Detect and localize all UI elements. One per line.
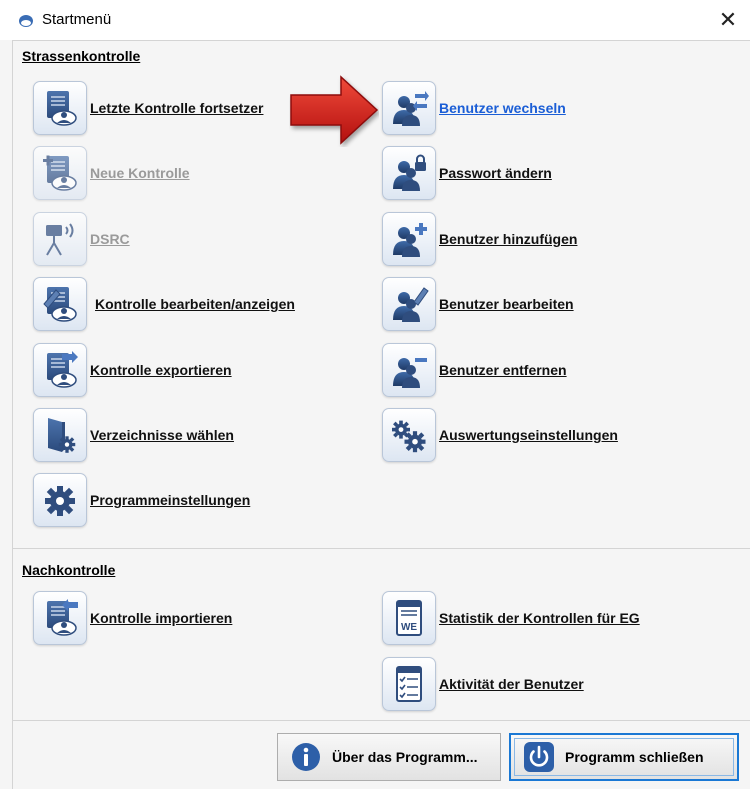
item-letzte-kontrolle[interactable]: Letzte Kontrolle fortsetzer	[33, 81, 263, 135]
remove-user-icon	[382, 343, 436, 397]
item-label: Benutzer hinzufügen	[439, 231, 578, 247]
section-title-strassenkontrolle: Strassenkontrolle	[22, 48, 141, 64]
gear-icon	[33, 473, 87, 527]
lock-user-icon	[382, 146, 436, 200]
close-program-button[interactable]: Programm schließen	[509, 733, 739, 781]
title-bar: Startmenü ✕	[0, 0, 750, 40]
item-label: Kontrolle bearbeiten/anzeigen	[95, 296, 295, 312]
info-icon	[292, 743, 320, 771]
item-aktivitaet[interactable]: Aktivität der Benutzer	[382, 657, 584, 711]
item-auswertungseinstellungen[interactable]: Auswertungseinstellungen	[382, 408, 618, 462]
item-label: Auswertungseinstellungen	[439, 427, 618, 443]
close-button[interactable]: ✕	[706, 0, 750, 40]
red-arrow-pointer	[290, 75, 379, 145]
checklist-icon	[382, 657, 436, 711]
item-label: Neue Kontrolle	[90, 165, 190, 181]
close-program-button-label: Programm schließen	[565, 749, 704, 765]
add-user-icon	[382, 212, 436, 266]
item-benutzer-wechseln[interactable]: Benutzer wechseln	[382, 81, 566, 135]
item-label: Benutzer bearbeiten	[439, 296, 574, 312]
section-title-nachkontrolle: Nachkontrolle	[22, 562, 116, 578]
item-label: Passwort ändern	[439, 165, 552, 181]
document-user-icon	[33, 81, 87, 135]
edit-document-icon	[33, 277, 87, 331]
item-label: DSRC	[90, 231, 130, 247]
item-label: Kontrolle importieren	[90, 610, 233, 626]
about-button[interactable]: Über das Programm...	[277, 733, 501, 781]
folder-gear-icon	[33, 408, 87, 462]
item-label: Letzte Kontrolle fortsetzer	[90, 100, 264, 116]
item-statistik[interactable]: WE Statistik der Kontrollen für EG	[382, 591, 640, 645]
signal-antenna-icon	[33, 212, 87, 266]
switch-user-icon	[382, 81, 436, 135]
item-label: Verzeichnisse wählen	[90, 427, 234, 443]
we-report-icon: WE	[382, 591, 436, 645]
power-icon	[524, 742, 554, 772]
item-label: Benutzer wechseln	[439, 100, 566, 116]
item-benutzer-entfernen[interactable]: Benutzer entfernen	[382, 343, 567, 397]
item-label: Statistik der Kontrollen für EG	[439, 610, 640, 626]
import-document-icon	[33, 591, 87, 645]
window-title: Startmenü	[42, 11, 112, 28]
item-benutzer-hinzufuegen[interactable]: Benutzer hinzufügen	[382, 212, 577, 266]
item-label: Benutzer entfernen	[439, 362, 567, 378]
item-passwort-aendern[interactable]: Passwort ändern	[382, 146, 552, 200]
item-verzeichnisse[interactable]: Verzeichnisse wählen	[33, 408, 234, 462]
item-kontrolle-importieren[interactable]: Kontrolle importieren	[33, 591, 232, 645]
startmenu-window: Startmenü ✕ Strassenkontrolle Letzte Kon…	[0, 0, 750, 789]
export-document-icon	[33, 343, 87, 397]
item-neue-kontrolle[interactable]: Neue Kontrolle	[33, 146, 190, 200]
item-programmeinstellungen[interactable]: Programmeinstellungen	[33, 473, 250, 527]
we-icon-text: WE	[401, 622, 417, 633]
edit-user-icon	[382, 277, 436, 331]
item-label: Aktivität der Benutzer	[439, 676, 584, 692]
item-dsrc[interactable]: DSRC	[33, 212, 130, 266]
new-document-icon	[33, 146, 87, 200]
app-logo-icon	[19, 15, 33, 27]
item-label: Kontrolle exportieren	[90, 362, 232, 378]
item-label: Programmeinstellungen	[90, 492, 251, 508]
item-benutzer-bearbeiten[interactable]: Benutzer bearbeiten	[382, 277, 574, 331]
item-kontrolle-bearbeiten[interactable]: Kontrolle bearbeiten/anzeigen	[33, 277, 295, 331]
item-kontrolle-exportieren[interactable]: Kontrolle exportieren	[33, 343, 232, 397]
gears-icon	[382, 408, 436, 462]
about-button-label: Über das Programm...	[332, 749, 478, 765]
